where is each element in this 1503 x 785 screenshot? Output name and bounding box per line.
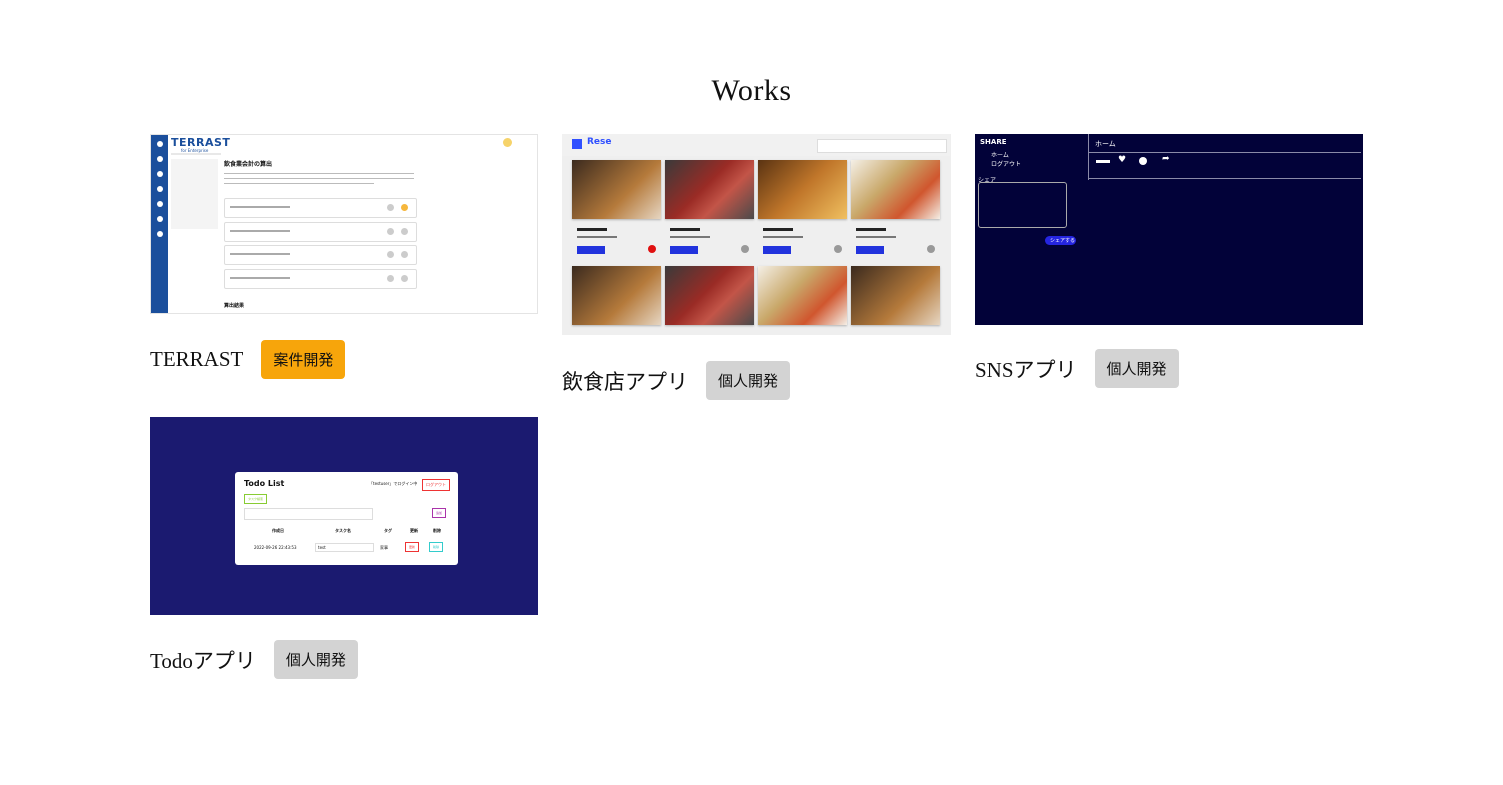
todo-panel: Todo List 「testuser」でログイン中 ログアウト タスク検索 追… <box>235 472 458 565</box>
logout-button: ログアウト <box>422 479 450 491</box>
row-tag: 家事 <box>380 545 388 550</box>
share-textarea <box>978 182 1067 228</box>
col-task: タスク名 <box>335 528 351 533</box>
col-date: 作成日 <box>272 528 284 533</box>
work-name: 飲食店アプリ <box>562 369 688 394</box>
work-thumbnail[interactable]: TERRAST for Enterprise 飲食業会計の算出 算出結果 <box>150 134 538 314</box>
nav-home: ホーム <box>991 152 1009 159</box>
add-button: 追加 <box>432 508 447 518</box>
work-thumbnail[interactable]: SHARE ホーム ログアウト シェア シェアする ホーム ♥ ➦ <box>975 134 1363 325</box>
heart-icon <box>927 245 935 253</box>
work-card-sns-app[interactable]: SHARE ホーム ログアウト シェア シェアする ホーム ♥ ➦ SNSアプリ… <box>975 134 1363 388</box>
sub-nav <box>171 159 218 229</box>
share-button: シェアする <box>1050 238 1076 244</box>
todo-title: Todo List <box>244 479 285 488</box>
search-button: タスク検索 <box>244 494 268 504</box>
main-header: ホーム <box>1095 140 1116 148</box>
heart-icon <box>648 245 656 253</box>
thumb-logo: SHARE <box>980 138 1007 146</box>
col-update: 更新 <box>410 528 418 533</box>
work-type-badge: 個人開発 <box>706 361 791 400</box>
result-heading: 算出結果 <box>224 303 245 309</box>
row-task: test <box>315 543 374 552</box>
search-bar <box>817 139 947 153</box>
heart-icon <box>741 245 749 253</box>
work-card-todo-app[interactable]: Todo List 「testuser」でログイン中 ログアウト タスク検索 追… <box>150 417 538 679</box>
work-type-badge: 個人開発 <box>273 640 358 679</box>
col-delete: 削除 <box>433 528 441 533</box>
share-icon: ➦ <box>1162 154 1170 164</box>
menu-icon <box>572 139 582 149</box>
update-button: 更新 <box>405 542 420 552</box>
work-card-terrast[interactable]: TERRAST for Enterprise 飲食業会計の算出 算出結果 TER… <box>150 134 538 379</box>
work-name: SNSアプリ <box>975 357 1077 382</box>
col-tag: タグ <box>384 528 392 533</box>
sidebar <box>151 135 168 313</box>
work-name: Todoアプリ <box>150 648 256 673</box>
row-date: 2022-09-26 22:43:53 <box>254 545 297 550</box>
thumb-logo: Rese <box>587 137 612 147</box>
heart-icon: ♥ <box>1118 155 1127 165</box>
close-icon <box>1139 157 1147 165</box>
heart-icon <box>834 245 842 253</box>
page-title: Works <box>711 74 792 107</box>
work-thumbnail[interactable]: Rese <box>562 134 951 335</box>
delete-button: 削除 <box>429 542 444 552</box>
work-type-badge: 個人開発 <box>1094 349 1179 388</box>
work-type-badge: 案件開発 <box>261 340 346 379</box>
work-card-restaurant-app[interactable]: Rese 飲食店アプリ 個人開発 <box>562 134 951 400</box>
work-thumbnail[interactable]: Todo List 「testuser」でログイン中 ログアウト タスク検索 追… <box>150 417 538 615</box>
login-text: 「testuser」でログイン中 <box>369 481 418 486</box>
thumb-heading: 飲食業会計の算出 <box>224 161 273 168</box>
avatar <box>503 138 512 147</box>
nav-logout: ログアウト <box>991 161 1022 168</box>
work-name: TERRAST <box>150 347 244 371</box>
